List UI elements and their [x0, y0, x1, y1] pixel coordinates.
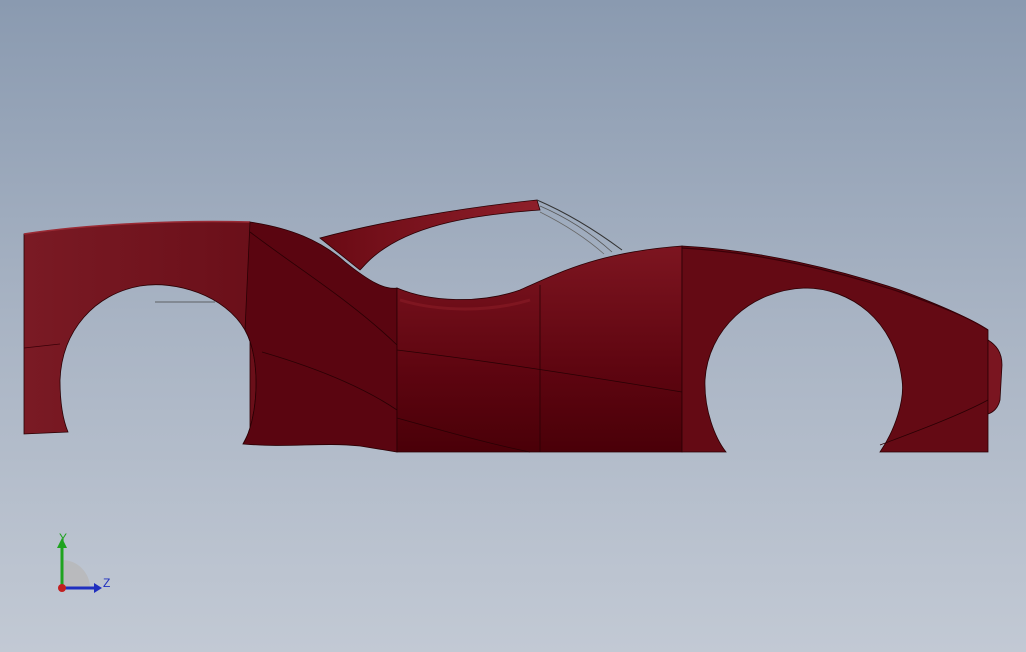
graphics-viewport[interactable]: Y Z	[0, 0, 1026, 652]
triad-y-label: Y	[59, 531, 67, 545]
front-nose-cap	[987, 339, 1003, 415]
orientation-triad[interactable]: Y Z	[40, 528, 120, 598]
car-body-model[interactable]	[0, 0, 1026, 652]
windshield-frame-3	[539, 211, 605, 255]
rear-fender-panel	[23, 221, 257, 445]
roof-canopy	[319, 199, 541, 271]
windshield-frame-2	[539, 205, 613, 253]
cabin-side-panel	[396, 245, 683, 453]
triad-x-axis-dot	[58, 584, 66, 592]
windshield-frame	[536, 199, 623, 251]
triad-z-label: Z	[103, 576, 110, 590]
triad-z-arrow	[94, 583, 102, 593]
triad-xz-plane	[62, 560, 90, 588]
